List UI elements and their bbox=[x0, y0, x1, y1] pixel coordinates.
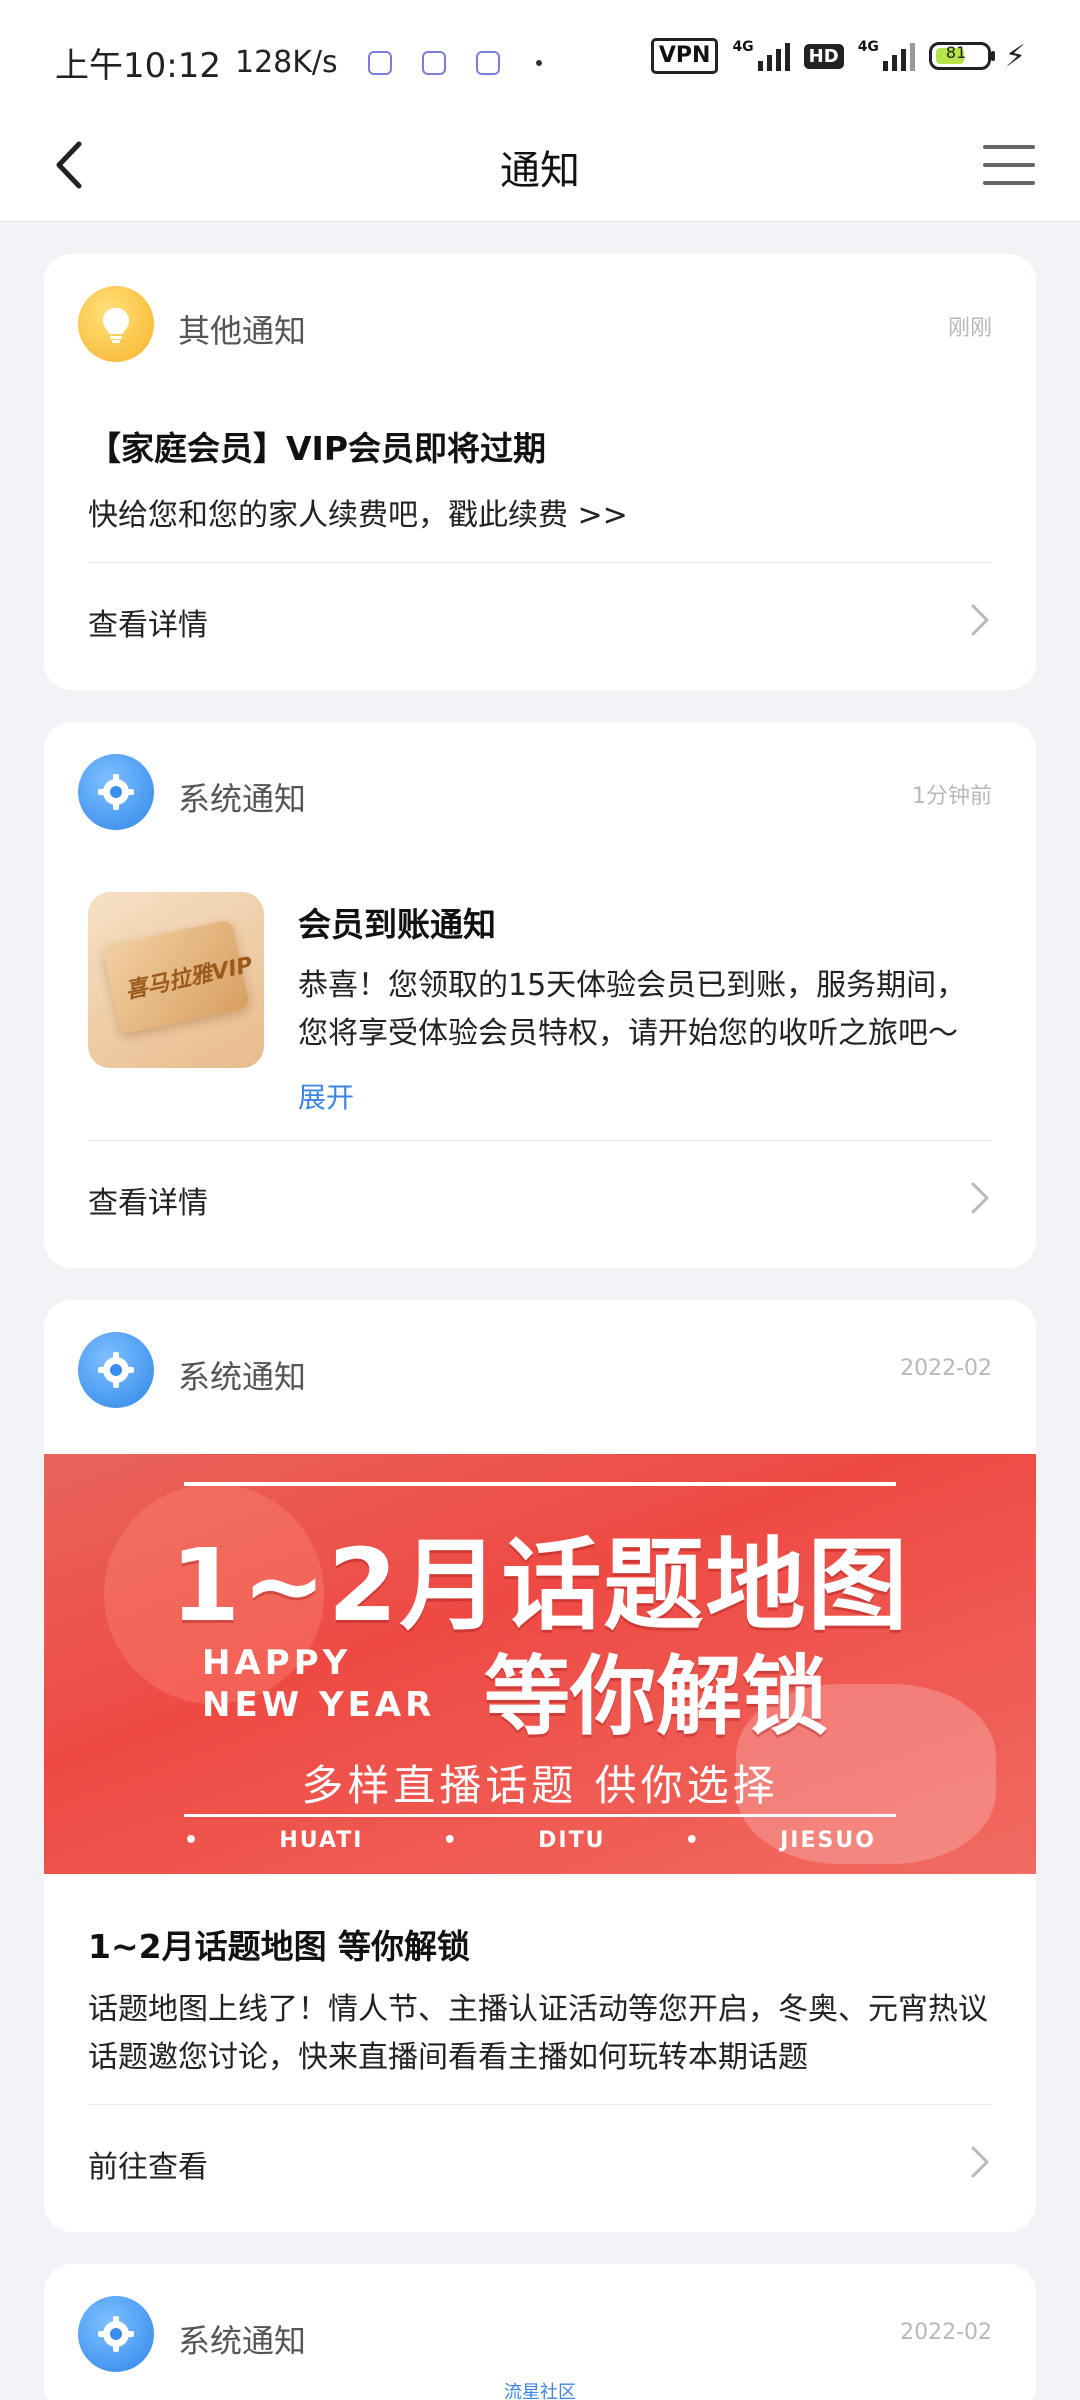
banner-keyword: JIESUO bbox=[780, 1828, 876, 1853]
page-title: 通知 bbox=[500, 148, 580, 194]
sender-avatar bbox=[78, 286, 154, 362]
community-tag: 流星社区 bbox=[504, 2382, 576, 2400]
hamburger-menu-icon bbox=[983, 145, 1035, 185]
card-header: 其他通知 刚刚 bbox=[78, 286, 992, 364]
view-details-button[interactable]: 查看详情 bbox=[88, 590, 992, 650]
notification-app-icon-3 bbox=[475, 50, 500, 75]
divider bbox=[88, 562, 992, 563]
signal-strength-icon-2 bbox=[882, 41, 915, 71]
banner-keyword: HUATI bbox=[279, 1828, 364, 1853]
sender-name: 其他通知 bbox=[178, 312, 307, 350]
banner-line bbox=[184, 1482, 896, 1486]
banner-keywords: • HUATI • DITU • JIESUO bbox=[184, 1828, 876, 1853]
more-notifications-dot-icon bbox=[535, 59, 542, 66]
sender-name: 系统通知 bbox=[178, 1358, 307, 1396]
gear-icon bbox=[98, 1352, 134, 1388]
card-header: 系统通知 1分钟前 bbox=[78, 754, 992, 832]
app-header: 通知 bbox=[0, 110, 1080, 222]
expand-link[interactable]: 展开 bbox=[298, 1076, 354, 1116]
battery-level: 81 bbox=[945, 43, 967, 62]
card-header: 系统通知 2022-02 bbox=[78, 1332, 992, 1410]
notification-time: 1分钟前 bbox=[912, 784, 992, 809]
sender-avatar bbox=[78, 2296, 154, 2372]
notification-card[interactable]: 系统通知 2022-02 1~2月话题地图 HAPPY NEW YEAR 等你解… bbox=[44, 1300, 1036, 2232]
notification-title: 【家庭会员】VIP会员即将过期 bbox=[88, 429, 547, 468]
notification-card[interactable]: 系统通知 1分钟前 喜马拉雅VIP 会员到账通知 恭喜！您领取的15天体验会员已… bbox=[44, 722, 1036, 1268]
divider bbox=[88, 2104, 992, 2105]
go-view-button[interactable]: 前往查看 bbox=[88, 2132, 992, 2192]
gear-icon bbox=[98, 774, 134, 810]
chevron-right-icon bbox=[971, 1182, 989, 1214]
gear-icon bbox=[98, 2316, 134, 2352]
notification-card[interactable]: 系统通知 2022-02 流星社区 bbox=[44, 2264, 1036, 2400]
chevron-right-icon bbox=[971, 2146, 989, 2178]
notification-body: 恭喜！您领取的15天体验会员已到账，服务期间，您将享受体验会员特权，请开始您的收… bbox=[298, 968, 967, 1051]
status-bar: 上午10:12 128K/s VPN 4G HD 4G 81 ⚡ bbox=[0, 0, 1080, 110]
view-details-button[interactable]: 查看详情 bbox=[88, 1168, 992, 1228]
banner-happy-new-year: HAPPY NEW YEAR bbox=[202, 1642, 435, 1726]
vpn-badge: VPN bbox=[650, 38, 719, 74]
notification-time: 2022-02 bbox=[900, 1356, 992, 1381]
banner-new-year-text: NEW YEAR bbox=[202, 1685, 436, 1725]
vip-card-thumbnail: 喜马拉雅VIP bbox=[88, 892, 264, 1068]
sender-name: 系统通知 bbox=[178, 2322, 307, 2360]
chevron-right-icon bbox=[971, 604, 989, 636]
signal-strength-icon bbox=[757, 41, 790, 71]
sender-avatar bbox=[78, 1332, 154, 1408]
sender-name: 系统通知 bbox=[178, 780, 307, 818]
notification-title: 1~2月话题地图 等你解锁 bbox=[88, 1927, 471, 1966]
battery-icon: 81 bbox=[928, 42, 995, 70]
notification-card[interactable]: 其他通知 刚刚 【家庭会员】VIP会员即将过期 快给您和您的家人续费吧，戳此续费… bbox=[44, 254, 1036, 690]
card-header: 系统通知 2022-02 bbox=[78, 2296, 992, 2374]
status-time: 上午10:12 bbox=[55, 46, 221, 86]
network-type-label: 4G bbox=[732, 39, 754, 55]
charging-icon: ⚡ bbox=[1004, 38, 1026, 74]
notification-time: 2022-02 bbox=[900, 2320, 992, 2345]
menu-button[interactable] bbox=[974, 130, 1044, 200]
sender-avatar bbox=[78, 754, 154, 830]
notification-time: 刚刚 bbox=[947, 316, 992, 341]
notification-title: 会员到账通知 bbox=[298, 905, 496, 944]
divider bbox=[88, 1140, 992, 1141]
banner-unlock-text: 等你解锁 bbox=[484, 1647, 828, 1747]
banner-subtitle: 多样直播话题 供你选择 bbox=[301, 1761, 779, 1810]
promo-banner[interactable]: 1~2月话题地图 HAPPY NEW YEAR 等你解锁 多样直播话题 供你选择… bbox=[44, 1454, 1036, 1874]
notification-body: 话题地图上线了！情人节、主播认证活动等您开启，冬奥、元宵热议话题邀您讨论，快来直… bbox=[88, 1992, 988, 2075]
network-type-label-2: 4G bbox=[857, 39, 879, 55]
notification-app-icon-2 bbox=[421, 50, 446, 75]
hd-badge: HD bbox=[803, 43, 844, 69]
banner-line bbox=[184, 1814, 896, 1817]
lightbulb-icon bbox=[103, 308, 129, 343]
network-speed: 128K/s bbox=[234, 45, 338, 80]
action-label: 查看详情 bbox=[88, 608, 208, 643]
action-label: 查看详情 bbox=[88, 1186, 208, 1221]
notification-app-icon bbox=[367, 50, 392, 75]
action-label: 前往查看 bbox=[88, 2150, 208, 2185]
notification-body[interactable]: 快给您和您的家人续费吧，戳此续费 >> bbox=[88, 492, 992, 540]
banner-keyword: DITU bbox=[538, 1828, 606, 1853]
banner-happy-text: HAPPY bbox=[202, 1643, 352, 1683]
